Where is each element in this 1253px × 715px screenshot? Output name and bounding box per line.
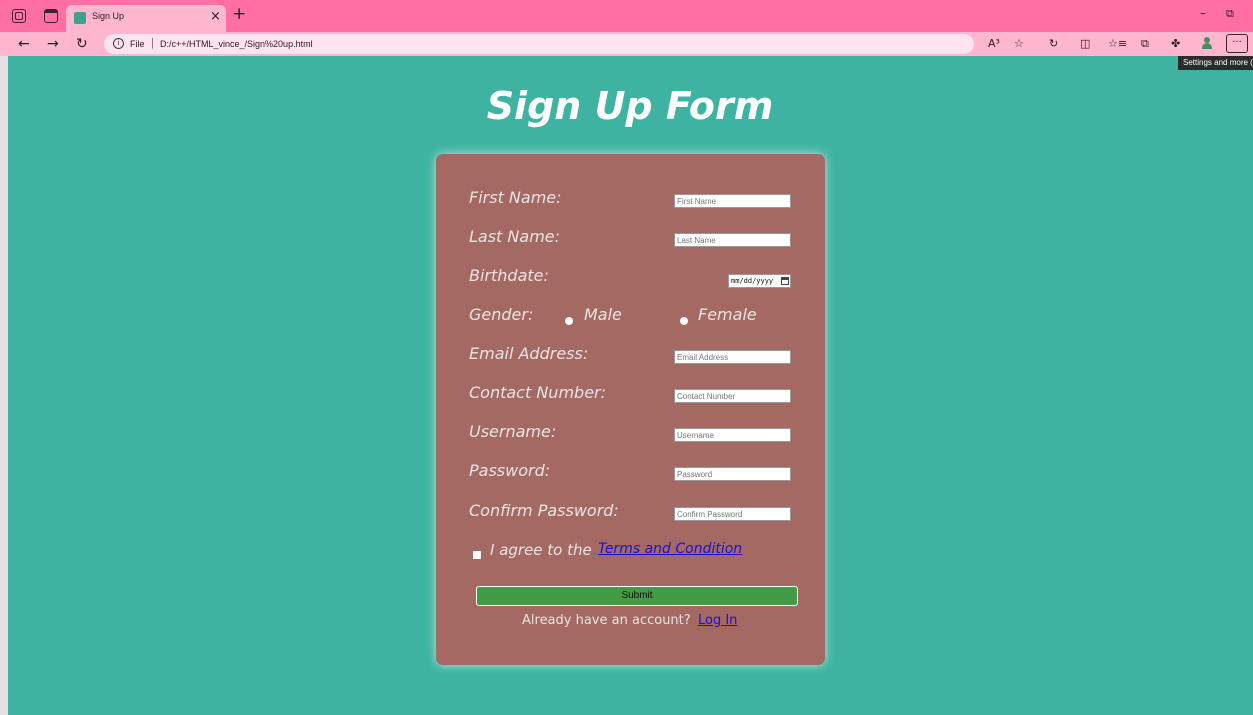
gender-label: Gender: [469, 305, 534, 324]
workspaces-icon[interactable] [12, 9, 26, 23]
signup-form-card: First Name: Last Name: Birthdate: mm/dd/… [436, 154, 825, 665]
calendar-icon[interactable] [781, 277, 789, 285]
tab-sign-up[interactable]: Sign Up × [66, 5, 226, 32]
birthdate-input[interactable]: mm/dd/yyyy [728, 274, 791, 288]
already-have-account-text: Already have an account? [522, 613, 691, 628]
submit-button[interactable]: Submit [476, 586, 798, 606]
email-input[interactable] [674, 350, 791, 364]
refresh-alt-icon[interactable]: ↻ [1049, 37, 1058, 50]
tab-close-icon[interactable]: × [210, 9, 221, 24]
password-label: Password: [469, 461, 551, 480]
birthdate-label: Birthdate: [469, 266, 549, 285]
minimize-button[interactable]: – [1200, 6, 1206, 20]
back-button[interactable]: ← [18, 36, 30, 52]
first-name-label: First Name: [469, 188, 562, 207]
url-field[interactable]: i File | D:/c++/HTML_vince_/Sign%20up.ht… [104, 34, 974, 54]
tab-actions-icon[interactable] [44, 9, 58, 23]
settings-more-button[interactable]: ··· [1226, 34, 1248, 53]
url-separator: | [151, 37, 154, 49]
favorites-icon[interactable]: ☆≡ [1108, 37, 1127, 50]
username-input[interactable] [674, 428, 791, 442]
page-title: Sign Up Form [486, 84, 774, 128]
url-scheme-label: File [130, 39, 145, 49]
password-input[interactable] [674, 467, 791, 481]
agree-text: I agree to the [490, 541, 592, 559]
profile-avatar-icon[interactable] [1201, 37, 1213, 49]
collections-icon[interactable]: ⧉ [1141, 37, 1149, 51]
contact-number-input[interactable] [674, 389, 791, 403]
url-text[interactable]: D:/c++/HTML_vince_/Sign%20up.html [160, 39, 313, 49]
terms-link[interactable]: Terms and Condition [598, 541, 742, 557]
restore-button[interactable]: ⧉ [1226, 7, 1234, 21]
gender-male-label: Male [584, 305, 622, 324]
extensions-icon[interactable]: ✤ [1171, 37, 1180, 50]
site-info-icon[interactable]: i [113, 38, 124, 49]
gender-male-radio[interactable] [565, 317, 573, 325]
confirm-password-input[interactable] [674, 507, 791, 521]
browser-address-bar: ← → ↻ i File | D:/c++/HTML_vince_/Sign%2… [0, 32, 1253, 56]
reload-button[interactable]: ↻ [76, 36, 88, 52]
new-tab-button[interactable]: + [232, 4, 246, 24]
birthdate-value: mm/dd/yyyy [731, 277, 774, 285]
confirm-password-label: Confirm Password: [469, 501, 619, 520]
read-aloud-icon[interactable]: A³ [988, 37, 1000, 50]
settings-tooltip: Settings and more (Alt+F) [1178, 56, 1253, 70]
gender-female-label: Female [698, 305, 757, 324]
contact-number-label: Contact Number: [469, 383, 606, 402]
tab-favicon-icon [74, 12, 86, 24]
last-name-input[interactable] [674, 233, 791, 247]
gender-female-radio[interactable] [680, 317, 688, 325]
login-link[interactable]: Log In [698, 613, 737, 628]
first-name-input[interactable] [674, 194, 791, 208]
tab-title: Sign Up [92, 11, 125, 21]
email-label: Email Address: [469, 344, 589, 363]
username-label: Username: [469, 422, 557, 441]
split-screen-icon[interactable]: ◫ [1080, 37, 1090, 50]
terms-checkbox[interactable] [473, 551, 481, 559]
forward-button[interactable]: → [47, 36, 59, 52]
last-name-label: Last Name: [469, 227, 561, 246]
content-left-edge [0, 56, 8, 715]
browser-tab-bar: Sign Up × + – ⧉ [0, 0, 1253, 32]
favorite-star-icon[interactable]: ☆ [1014, 37, 1024, 50]
